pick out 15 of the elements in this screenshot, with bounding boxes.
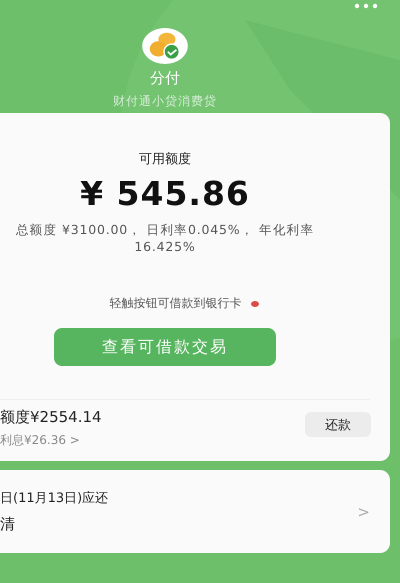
chevron-icon: > (357, 502, 370, 520)
app-subtitle: 财付通小贷消费贷 (113, 93, 217, 110)
app-title: 分付 (150, 69, 180, 88)
logo-icon (140, 27, 190, 65)
credit-amount: ¥ 545.86 (80, 174, 250, 213)
due-card[interactable]: 日(11月13日)应还 清 > (0, 470, 390, 553)
repay-button[interactable]: 还款 (305, 412, 371, 437)
due-status: 清 (0, 515, 16, 534)
bill-amount: 额度¥2554.14 (0, 408, 102, 427)
due-date: 日(11月13日)应还 (0, 490, 108, 507)
credit-label: 可用额度 (139, 151, 191, 168)
credit-details: 总额度 ¥3100.00， 日利率0.045%， 年化利率 16.425% (14, 221, 316, 255)
notification-dot (250, 300, 258, 306)
hint-text: 轻触按钮可借款到银行卡 (110, 295, 242, 312)
more-icon[interactable] (354, 3, 378, 9)
